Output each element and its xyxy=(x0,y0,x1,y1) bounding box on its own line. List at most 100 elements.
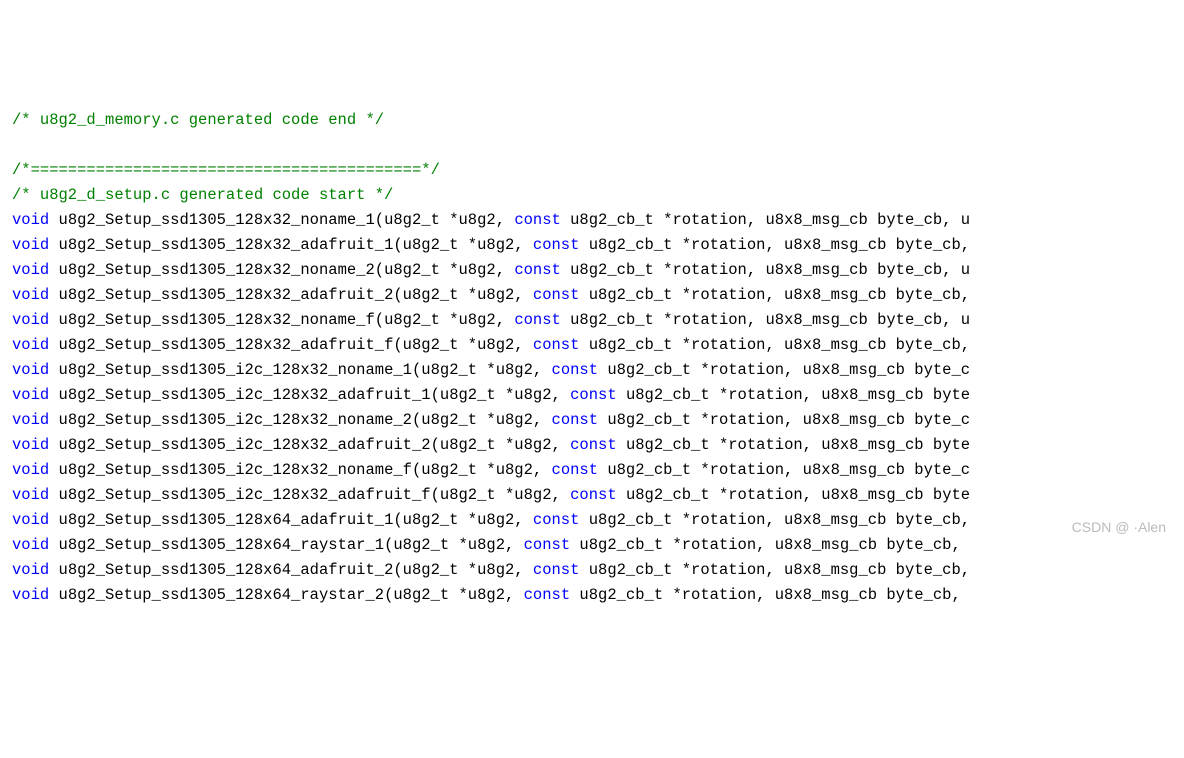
sig-open: (u8g2_t *u8g2, xyxy=(375,261,515,279)
keyword-void: void xyxy=(12,436,49,454)
keyword-void: void xyxy=(12,461,49,479)
sig-tail: u8g2_cb_t *rotation, u8x8_msg_cb byte_cb… xyxy=(579,236,970,254)
keyword-void: void xyxy=(12,411,49,429)
func-decl-line: void u8g2_Setup_ssd1305_128x32_adafruit_… xyxy=(12,233,1172,258)
sig-tail: u8g2_cb_t *rotation, u8x8_msg_cb byte_cb… xyxy=(561,261,970,279)
sig-open: (u8g2_t *u8g2, xyxy=(375,311,515,329)
sig-open: (u8g2_t *u8g2, xyxy=(393,286,533,304)
func-decl-line: void u8g2_Setup_ssd1305_i2c_128x32_adafr… xyxy=(12,383,1172,408)
func-name: u8g2_Setup_ssd1305_128x64_raystar_1 xyxy=(49,536,384,554)
func-decl-line: void u8g2_Setup_ssd1305_128x32_adafruit_… xyxy=(12,333,1172,358)
sig-tail: u8g2_cb_t *rotation, u8x8_msg_cb byte_c xyxy=(598,361,970,379)
keyword-void: void xyxy=(12,261,49,279)
keyword-void: void xyxy=(12,336,49,354)
sig-tail: u8g2_cb_t *rotation, u8x8_msg_cb byte_cb… xyxy=(561,211,970,229)
sig-tail: u8g2_cb_t *rotation, u8x8_msg_cb byte_cb… xyxy=(579,336,970,354)
func-name: u8g2_Setup_ssd1305_128x64_raystar_2 xyxy=(49,586,384,604)
keyword-const: const xyxy=(524,536,571,554)
func-decl-line: void u8g2_Setup_ssd1305_128x64_raystar_1… xyxy=(12,533,1172,558)
sig-open: (u8g2_t *u8g2, xyxy=(412,411,552,429)
func-name: u8g2_Setup_ssd1305_i2c_128x32_noname_f xyxy=(49,461,412,479)
func-decl-line: void u8g2_Setup_ssd1305_128x64_adafruit_… xyxy=(12,558,1172,583)
func-decl-line: void u8g2_Setup_ssd1305_128x32_noname_f(… xyxy=(12,308,1172,333)
sig-tail: u8g2_cb_t *rotation, u8x8_msg_cb byte_cb… xyxy=(561,311,970,329)
func-decl-line: void u8g2_Setup_ssd1305_128x32_adafruit_… xyxy=(12,283,1172,308)
keyword-const: const xyxy=(514,311,561,329)
func-decl-line: void u8g2_Setup_ssd1305_i2c_128x32_nonam… xyxy=(12,408,1172,433)
keyword-void: void xyxy=(12,536,49,554)
sig-open: (u8g2_t *u8g2, xyxy=(393,336,533,354)
func-decl-line: void u8g2_Setup_ssd1305_128x32_noname_1(… xyxy=(12,208,1172,233)
comment-line: /* u8g2_d_memory.c generated code end */ xyxy=(12,108,1172,133)
sig-open: (u8g2_t *u8g2, xyxy=(384,536,524,554)
keyword-void: void xyxy=(12,211,49,229)
keyword-void: void xyxy=(12,561,49,579)
sig-open: (u8g2_t *u8g2, xyxy=(412,461,552,479)
keyword-void: void xyxy=(12,486,49,504)
keyword-void: void xyxy=(12,386,49,404)
keyword-const: const xyxy=(533,561,580,579)
sig-open: (u8g2_t *u8g2, xyxy=(393,561,533,579)
func-name: u8g2_Setup_ssd1305_i2c_128x32_noname_1 xyxy=(49,361,412,379)
keyword-const: const xyxy=(570,436,617,454)
func-name: u8g2_Setup_ssd1305_i2c_128x32_adafruit_f xyxy=(49,486,430,504)
sig-tail: u8g2_cb_t *rotation, u8x8_msg_cb byte_cb… xyxy=(579,511,970,529)
keyword-const: const xyxy=(533,511,580,529)
func-decl-line: void u8g2_Setup_ssd1305_128x64_raystar_2… xyxy=(12,583,1172,608)
func-decl-line: void u8g2_Setup_ssd1305_i2c_128x32_nonam… xyxy=(12,358,1172,383)
sig-open: (u8g2_t *u8g2, xyxy=(431,486,571,504)
comment-divider: /*======================================… xyxy=(12,161,440,179)
sig-open: (u8g2_t *u8g2, xyxy=(412,361,552,379)
keyword-const: const xyxy=(533,286,580,304)
blank-line xyxy=(12,133,1172,158)
sig-open: (u8g2_t *u8g2, xyxy=(431,386,571,404)
func-decl-line: void u8g2_Setup_ssd1305_i2c_128x32_adafr… xyxy=(12,483,1172,508)
keyword-void: void xyxy=(12,361,49,379)
sig-open: (u8g2_t *u8g2, xyxy=(393,511,533,529)
keyword-const: const xyxy=(552,361,599,379)
sig-open: (u8g2_t *u8g2, xyxy=(384,586,524,604)
func-name: u8g2_Setup_ssd1305_i2c_128x32_adafruit_1 xyxy=(49,386,430,404)
sig-open: (u8g2_t *u8g2, xyxy=(431,436,571,454)
func-decl-line: void u8g2_Setup_ssd1305_i2c_128x32_nonam… xyxy=(12,458,1172,483)
code-block: /* u8g2_d_memory.c generated code end */… xyxy=(12,108,1172,608)
func-name: u8g2_Setup_ssd1305_128x64_adafruit_2 xyxy=(49,561,393,579)
keyword-const: const xyxy=(533,336,580,354)
sig-tail: u8g2_cb_t *rotation, u8x8_msg_cb byte xyxy=(617,486,970,504)
sig-tail: u8g2_cb_t *rotation, u8x8_msg_cb byte xyxy=(617,386,970,404)
sig-tail: u8g2_cb_t *rotation, u8x8_msg_cb byte_cb… xyxy=(579,561,970,579)
func-name: u8g2_Setup_ssd1305_128x32_adafruit_1 xyxy=(49,236,393,254)
keyword-const: const xyxy=(524,586,571,604)
comment-setup-start: /* u8g2_d_setup.c generated code start *… xyxy=(12,186,393,204)
func-name: u8g2_Setup_ssd1305_i2c_128x32_adafruit_2 xyxy=(49,436,430,454)
sig-tail: u8g2_cb_t *rotation, u8x8_msg_cb byte_c xyxy=(598,411,970,429)
sig-tail: u8g2_cb_t *rotation, u8x8_msg_cb byte_cb… xyxy=(579,286,970,304)
comment-memory-end: /* u8g2_d_memory.c generated code end */ xyxy=(12,111,384,129)
sig-tail: u8g2_cb_t *rotation, u8x8_msg_cb byte_cb… xyxy=(570,586,961,604)
keyword-const: const xyxy=(533,236,580,254)
keyword-void: void xyxy=(12,311,49,329)
keyword-const: const xyxy=(552,411,599,429)
sig-tail: u8g2_cb_t *rotation, u8x8_msg_cb byte_c xyxy=(598,461,970,479)
comment-line: /* u8g2_d_setup.c generated code start *… xyxy=(12,183,1172,208)
sig-tail: u8g2_cb_t *rotation, u8x8_msg_cb byte xyxy=(617,436,970,454)
func-name: u8g2_Setup_ssd1305_128x64_adafruit_1 xyxy=(49,511,393,529)
keyword-const: const xyxy=(570,486,617,504)
keyword-const: const xyxy=(570,386,617,404)
func-name: u8g2_Setup_ssd1305_128x32_noname_2 xyxy=(49,261,375,279)
func-decl-line: void u8g2_Setup_ssd1305_128x32_noname_2(… xyxy=(12,258,1172,283)
func-name: u8g2_Setup_ssd1305_128x32_adafruit_2 xyxy=(49,286,393,304)
keyword-const: const xyxy=(514,261,561,279)
keyword-void: void xyxy=(12,286,49,304)
keyword-void: void xyxy=(12,236,49,254)
func-name: u8g2_Setup_ssd1305_128x32_adafruit_f xyxy=(49,336,393,354)
keyword-const: const xyxy=(514,211,561,229)
keyword-void: void xyxy=(12,511,49,529)
keyword-const: const xyxy=(552,461,599,479)
sig-open: (u8g2_t *u8g2, xyxy=(375,211,515,229)
comment-line: /*======================================… xyxy=(12,158,1172,183)
keyword-void: void xyxy=(12,586,49,604)
func-name: u8g2_Setup_ssd1305_128x32_noname_1 xyxy=(49,211,375,229)
func-decl-line: void u8g2_Setup_ssd1305_i2c_128x32_adafr… xyxy=(12,433,1172,458)
func-decl-line: void u8g2_Setup_ssd1305_128x64_adafruit_… xyxy=(12,508,1172,533)
